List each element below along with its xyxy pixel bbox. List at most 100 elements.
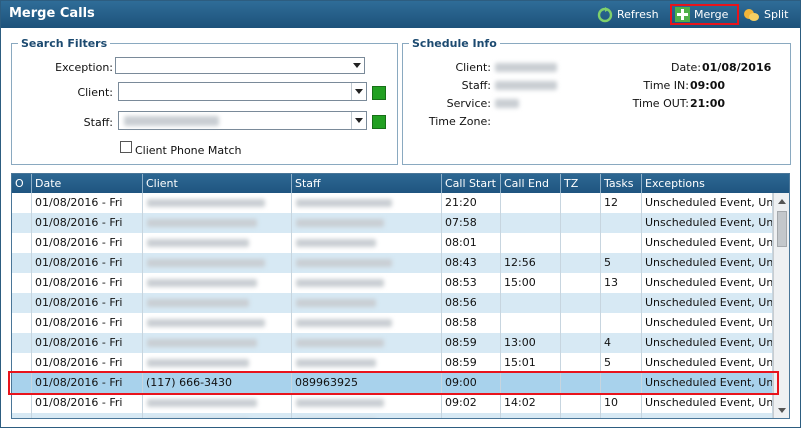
column-header-call-end[interactable]: Call End xyxy=(501,174,561,193)
table-row[interactable]: 01/08/2016 - Fri 07:58 Unscheduled Event, … xyxy=(12,213,773,233)
table-row[interactable]: 01/08/2016 - Fri 21:20 12 Unscheduled Event… xyxy=(12,193,773,213)
cell-date: 01/08/2016 - Fri xyxy=(32,293,143,313)
redacted-value xyxy=(147,399,257,407)
cell-date: 01/08/2016 - Fri xyxy=(32,273,143,293)
cell-call-end: 12:56 xyxy=(501,253,561,273)
column-header-exceptions[interactable]: Exceptions xyxy=(642,174,789,193)
cell-o xyxy=(12,253,32,273)
cell-date: 01/08/2016 - Fri xyxy=(32,313,143,333)
redacted-value xyxy=(296,239,376,247)
column-header-o[interactable]: O xyxy=(12,174,32,193)
chevron-down-icon xyxy=(351,83,366,100)
plus-icon xyxy=(675,7,690,22)
client-phone-match-checkbox[interactable] xyxy=(120,141,132,153)
redacted-value xyxy=(296,299,376,307)
cell-call-start: 08:43 xyxy=(442,253,501,273)
column-header-date[interactable]: Date xyxy=(32,174,143,193)
column-header-staff[interactable]: Staff xyxy=(292,174,442,193)
split-button[interactable]: Split xyxy=(743,4,798,25)
info-date-value: 01/08/2016 xyxy=(702,61,772,74)
table-row[interactable]: 01/08/2016 - Fri xyxy=(12,413,773,418)
table-row[interactable]: 01/08/2016 - Fri 08:59 15:01 5 Unscheduled E… xyxy=(12,353,773,373)
cell-tz xyxy=(561,253,601,273)
client-label: Client: xyxy=(77,86,113,99)
cell-exceptions: Unscheduled Event, Un xyxy=(642,213,773,233)
cell-call-start: 08:01 xyxy=(442,233,501,253)
table-row[interactable]: 01/08/2016 - Fri 08:53 15:00 13 Unscheduled … xyxy=(12,273,773,293)
client-select[interactable] xyxy=(118,82,367,101)
table-row[interactable]: 01/08/2016 - Fri (117) 666-3430 089963925 0… xyxy=(12,373,773,393)
table-row[interactable]: 01/08/2016 - Fri 08:01 Unscheduled Event, … xyxy=(12,233,773,253)
staff-redacted-value xyxy=(124,116,219,126)
client-status-indicator xyxy=(372,86,386,100)
cell-o xyxy=(12,333,32,353)
cell-o xyxy=(12,213,32,233)
cell-exceptions: Unscheduled Event, Un xyxy=(642,193,773,213)
refresh-button[interactable]: Refresh xyxy=(597,4,667,25)
cell-o xyxy=(12,273,32,293)
table-row[interactable]: 01/08/2016 - Fri 08:58 Unscheduled Event, … xyxy=(12,313,773,333)
info-client-label: Client: xyxy=(455,61,491,74)
redacted-value xyxy=(296,319,392,327)
cell-tasks xyxy=(601,313,642,333)
staff-status-indicator xyxy=(372,115,386,129)
staff-select[interactable] xyxy=(118,111,367,130)
cell-o xyxy=(12,293,32,313)
cell-o xyxy=(12,393,32,413)
table-row[interactable]: 01/08/2016 - Fri 08:59 13:00 4 Unscheduled E… xyxy=(12,333,773,353)
table-row[interactable]: 01/08/2016 - Fri 09:02 14:02 10 Unscheduled … xyxy=(12,393,773,413)
column-header-call-start[interactable]: Call Start xyxy=(442,174,501,193)
cell-call-end: 13:00 xyxy=(501,333,561,353)
title-bar: Merge Calls Refresh Merge Split xyxy=(1,1,800,28)
exception-select[interactable] xyxy=(115,57,365,74)
cell-tasks xyxy=(601,213,642,233)
column-header-client[interactable]: Client xyxy=(143,174,292,193)
cell-date: 01/08/2016 - Fri xyxy=(32,233,143,253)
table-row[interactable]: 01/08/2016 - Fri 08:43 12:56 5 Unscheduled E… xyxy=(12,253,773,273)
refresh-icon xyxy=(597,6,613,22)
cell-exceptions: Unscheduled Event, Un xyxy=(642,273,773,293)
column-header-tz[interactable]: TZ xyxy=(561,174,601,193)
cell-client xyxy=(143,193,292,213)
redacted-value xyxy=(296,399,384,407)
column-header-tasks[interactable]: Tasks xyxy=(601,174,642,193)
cell-staff: 089963925 xyxy=(292,373,442,393)
cell-date: 01/08/2016 - Fri xyxy=(32,413,143,418)
merge-label: Merge xyxy=(694,8,729,21)
cell-exceptions: Unscheduled Event, Un xyxy=(642,253,773,273)
cell-tz xyxy=(561,293,601,313)
cell-call-end xyxy=(501,193,561,213)
cell-date: 01/08/2016 - Fri xyxy=(32,373,143,393)
cell-call-end xyxy=(501,213,561,233)
info-staff-label: Staff: xyxy=(461,79,491,92)
cell-tz xyxy=(561,213,601,233)
cell-call-end: 15:01 xyxy=(501,353,561,373)
cell-staff xyxy=(292,413,442,418)
cell-date: 01/08/2016 - Fri xyxy=(32,353,143,373)
cell-date: 01/08/2016 - Fri xyxy=(32,253,143,273)
scroll-up-icon[interactable] xyxy=(778,199,786,204)
cell-client xyxy=(143,353,292,373)
merge-button[interactable]: Merge xyxy=(670,4,739,25)
cell-tz xyxy=(561,333,601,353)
cell-tasks xyxy=(601,413,642,418)
scroll-thumb[interactable] xyxy=(777,211,787,247)
split-icon xyxy=(744,8,759,21)
table-row[interactable]: 01/08/2016 - Fri 08:56 Unscheduled Event, … xyxy=(12,293,773,313)
cell-o xyxy=(12,313,32,333)
info-client-redacted xyxy=(495,63,557,72)
cell-date: 01/08/2016 - Fri xyxy=(32,333,143,353)
cell-staff xyxy=(292,313,442,333)
cell-call-start: 21:20 xyxy=(442,193,501,213)
cell-call-end xyxy=(501,413,561,418)
cell-staff xyxy=(292,213,442,233)
grid-header: O Date Client Staff Call Start Call End … xyxy=(12,174,789,193)
info-time-in-label: Time IN: xyxy=(643,79,689,92)
cell-tasks: 5 xyxy=(601,353,642,373)
client-phone-match-label: Client Phone Match xyxy=(135,144,242,157)
redacted-value xyxy=(147,279,257,287)
chevron-down-icon xyxy=(349,58,364,73)
cell-exceptions: Unscheduled Event, Un xyxy=(642,353,773,373)
grid-vertical-scrollbar[interactable] xyxy=(773,193,789,418)
scroll-down-icon[interactable] xyxy=(778,408,786,413)
